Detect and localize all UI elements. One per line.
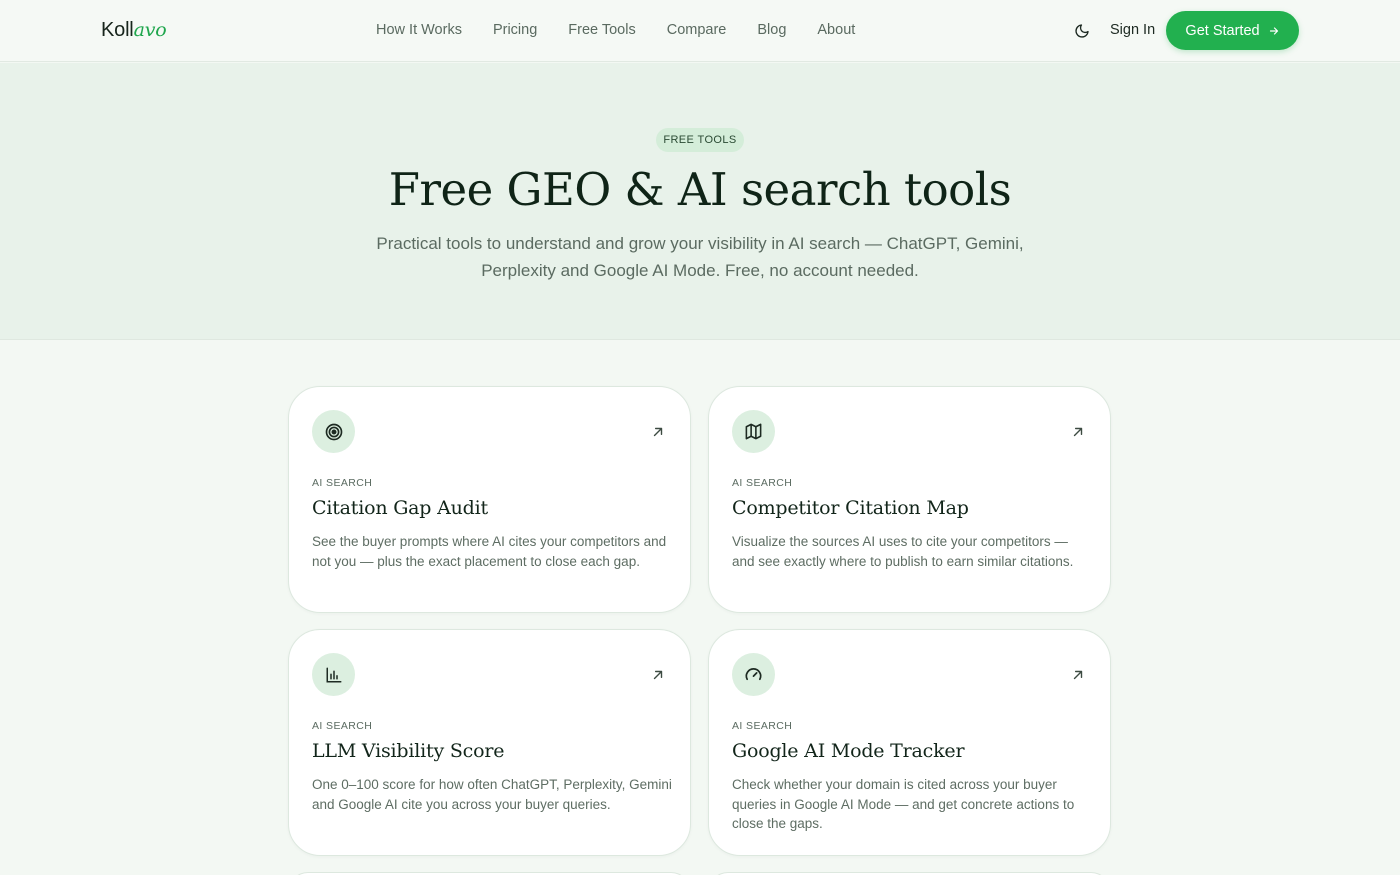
tool-card-google-ai-mode-tracker[interactable]: AI SEARCH Google AI Mode Tracker Check w… — [708, 629, 1111, 856]
map-icon — [745, 423, 762, 440]
theme-toggle-button[interactable] — [1072, 21, 1092, 41]
logo-text: Koll — [101, 19, 134, 41]
nav-link-free-tools[interactable]: Free Tools — [568, 22, 635, 38]
tool-icon-container — [732, 410, 775, 453]
get-started-button[interactable]: Get Started — [1166, 11, 1299, 50]
arrow-up-right-icon — [653, 670, 663, 680]
bar-chart-icon — [326, 667, 341, 682]
tool-icon-container — [732, 653, 775, 696]
tool-title: Citation Gap Audit — [312, 497, 488, 519]
arrow-up-right-icon — [653, 427, 663, 437]
logo[interactable]: Kollavo — [101, 19, 167, 42]
section-badge: FREE TOOLS — [656, 128, 744, 152]
tool-description: Visualize the sources AI uses to cite yo… — [732, 534, 1074, 569]
nav-link-how-it-works[interactable]: How It Works — [376, 22, 462, 38]
nav-link-compare[interactable]: Compare — [667, 22, 727, 38]
target-icon — [325, 423, 342, 440]
tool-description: Check whether your domain is cited acros… — [732, 777, 1075, 831]
tool-icon-container — [312, 410, 355, 453]
tool-category: AI SEARCH — [312, 720, 373, 732]
arrow-up-right-icon — [1073, 670, 1083, 680]
logo-accent-text: avo — [133, 19, 167, 41]
hero-section: FREE TOOLS Free GEO & AI search tools Pr… — [0, 63, 1400, 340]
tool-category: AI SEARCH — [732, 720, 793, 732]
tool-title: LLM Visibility Score — [312, 740, 505, 762]
nav-link-pricing[interactable]: Pricing — [493, 22, 537, 38]
moon-icon — [1075, 24, 1089, 38]
top-navigation-bar: Kollavo How It Works Pricing Free Tools … — [0, 0, 1400, 62]
tool-card-llm-visibility-score[interactable]: AI SEARCH LLM Visibility Score One 0–100… — [288, 629, 691, 856]
get-started-label: Get Started — [1185, 22, 1260, 39]
sign-in-link[interactable]: Sign In — [1110, 22, 1155, 38]
tool-description: See the buyer prompts where AI cites you… — [312, 534, 667, 569]
page-title: Free GEO & AI search tools — [388, 163, 1012, 216]
arrow-up-right-icon — [1073, 427, 1083, 437]
nav-link-blog[interactable]: Blog — [757, 22, 786, 38]
tool-card-citation-gap-audit[interactable]: AI SEARCH Citation Gap Audit See the buy… — [288, 386, 691, 613]
tool-category: AI SEARCH — [312, 477, 373, 489]
tool-title: Competitor Citation Map — [732, 497, 969, 519]
page-subtitle: Practical tools to understand and grow y… — [376, 234, 1024, 280]
tool-title: Google AI Mode Tracker — [732, 740, 965, 762]
gauge-icon — [745, 667, 762, 681]
tool-description: One 0–100 score for how often ChatGPT, P… — [312, 777, 672, 812]
tool-category: AI SEARCH — [732, 477, 793, 489]
arrow-right-icon — [1269, 26, 1278, 35]
nav-link-about[interactable]: About — [817, 22, 855, 38]
tool-icon-container — [312, 653, 355, 696]
main-nav: How It Works Pricing Free Tools Compare … — [376, 22, 886, 38]
tool-card-competitor-citation-map[interactable]: AI SEARCH Competitor Citation Map Visual… — [708, 386, 1111, 613]
